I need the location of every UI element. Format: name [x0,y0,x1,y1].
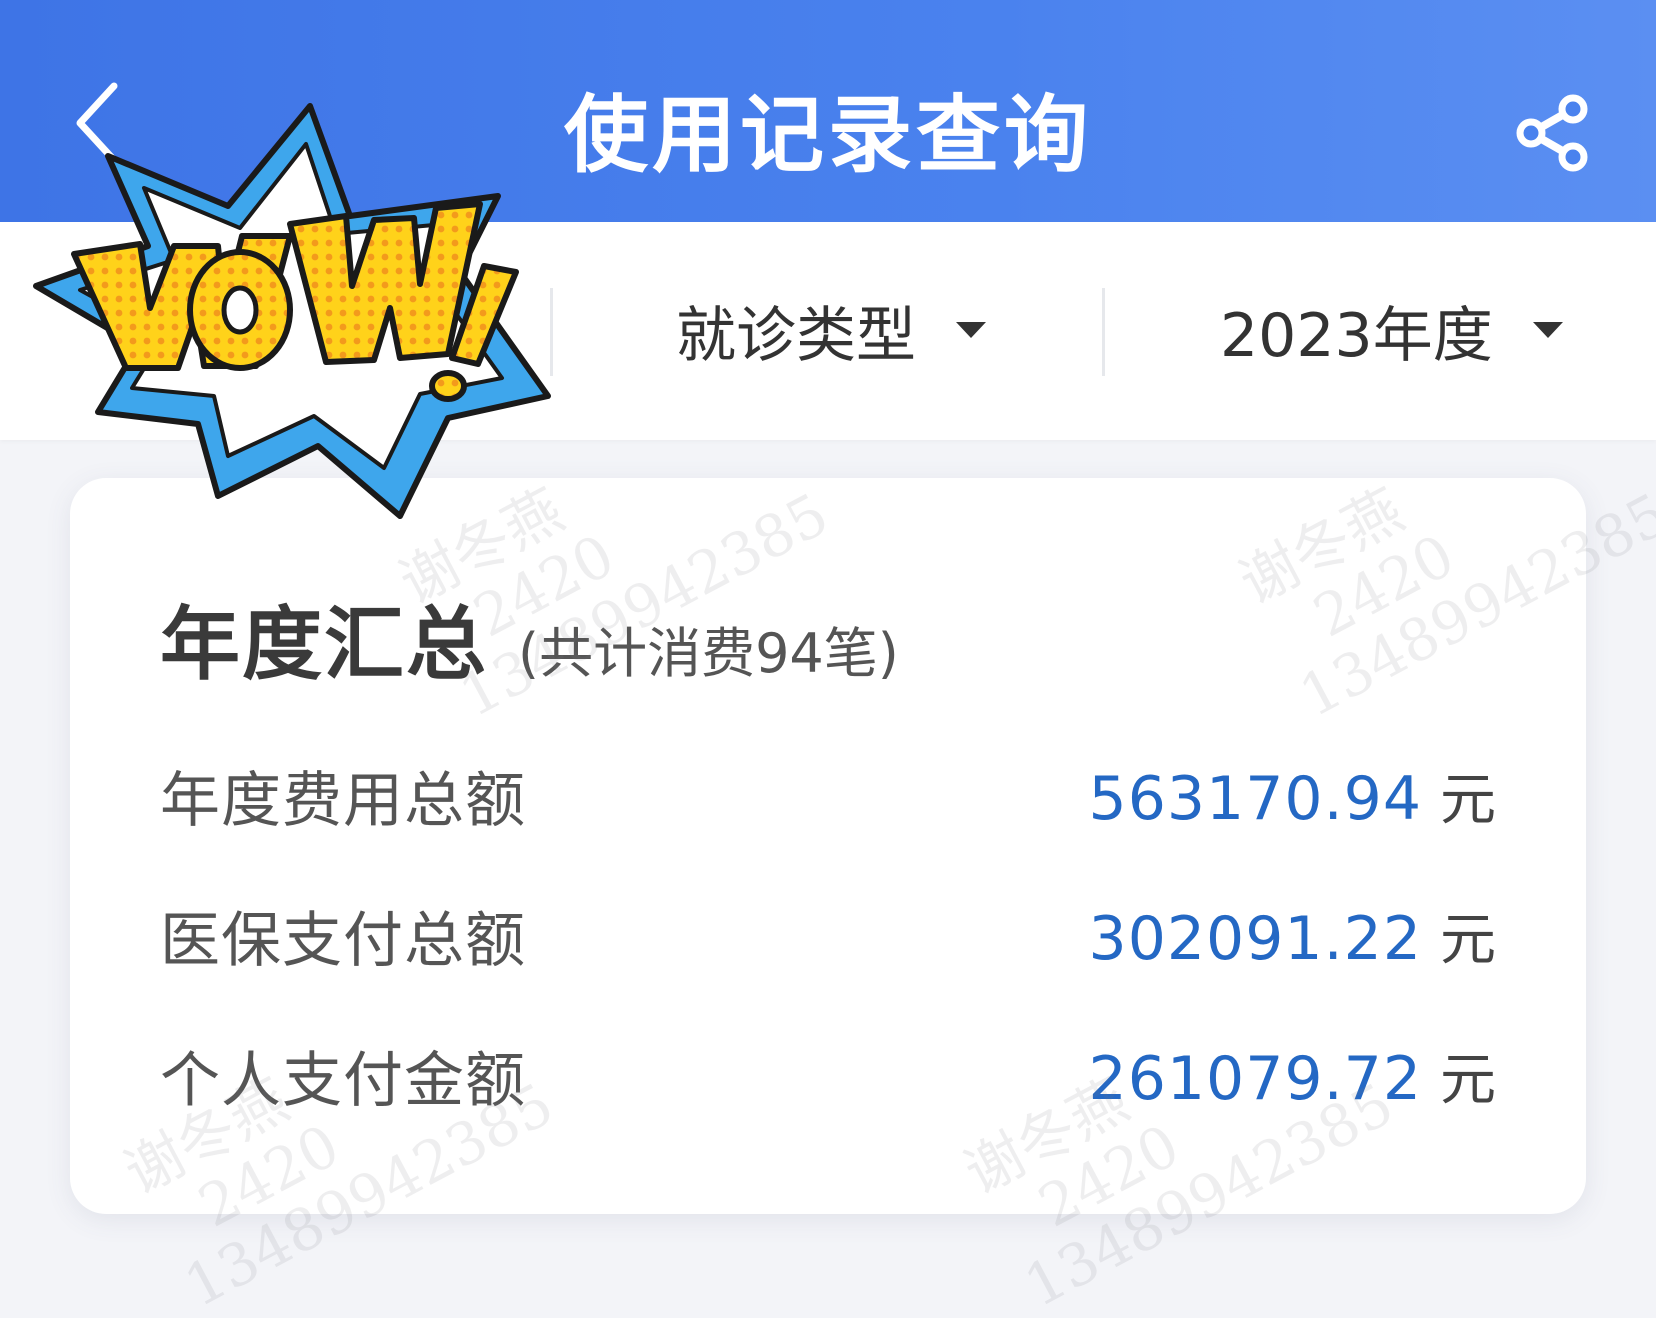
row-value-group: 302091.22 元 [1089,895,1496,976]
row-label: 个人支付金额 [160,1045,526,1116]
row-value: 302091.22 [1088,903,1422,974]
card-title: 年度汇总 [160,598,488,691]
page: 使用记录查询 就诊类型 2023年度 年度汇总 (共计消费94笔) 年度费用总额… [0,0,1656,1318]
share-icon [1516,94,1588,172]
caret-down-icon [956,322,986,338]
row-label: 年度费用总额 [160,765,526,836]
visit-type-dropdown[interactable]: 就诊类型 [676,280,986,380]
annual-summary-card: 年度汇总 (共计消费94笔) 年度费用总额 563170.94 元 医保支付总额… [70,478,1586,1214]
row-unit: 元 [1440,907,1496,973]
summary-row-personal: 个人支付金额 261079.72 元 [160,1030,1496,1120]
card-subtitle: (共计消费94笔) [518,622,899,685]
caret-down-icon [1532,322,1563,338]
row-value: 563170.94 [1088,763,1422,834]
row-unit: 元 [1440,1047,1496,1113]
row-value: 261079.72 [1088,1043,1422,1114]
year-dropdown[interactable]: 2023年度 [1220,280,1563,380]
summary-row-total: 年度费用总额 563170.94 元 [160,750,1496,840]
row-value-group: 261079.72 元 [1089,1035,1496,1116]
filter-divider [1102,288,1105,376]
visit-type-label: 就诊类型 [676,300,916,371]
row-unit: 元 [1440,767,1496,833]
year-label: 2023年度 [1220,300,1493,371]
summary-row-insurance: 医保支付总额 302091.22 元 [160,890,1496,980]
card-header: 年度汇总 (共计消费94笔) [160,580,899,696]
share-button[interactable] [1508,88,1598,178]
wow-sticker [33,103,551,519]
row-label: 医保支付总额 [160,905,526,976]
row-value-group: 563170.94 元 [1089,755,1496,836]
